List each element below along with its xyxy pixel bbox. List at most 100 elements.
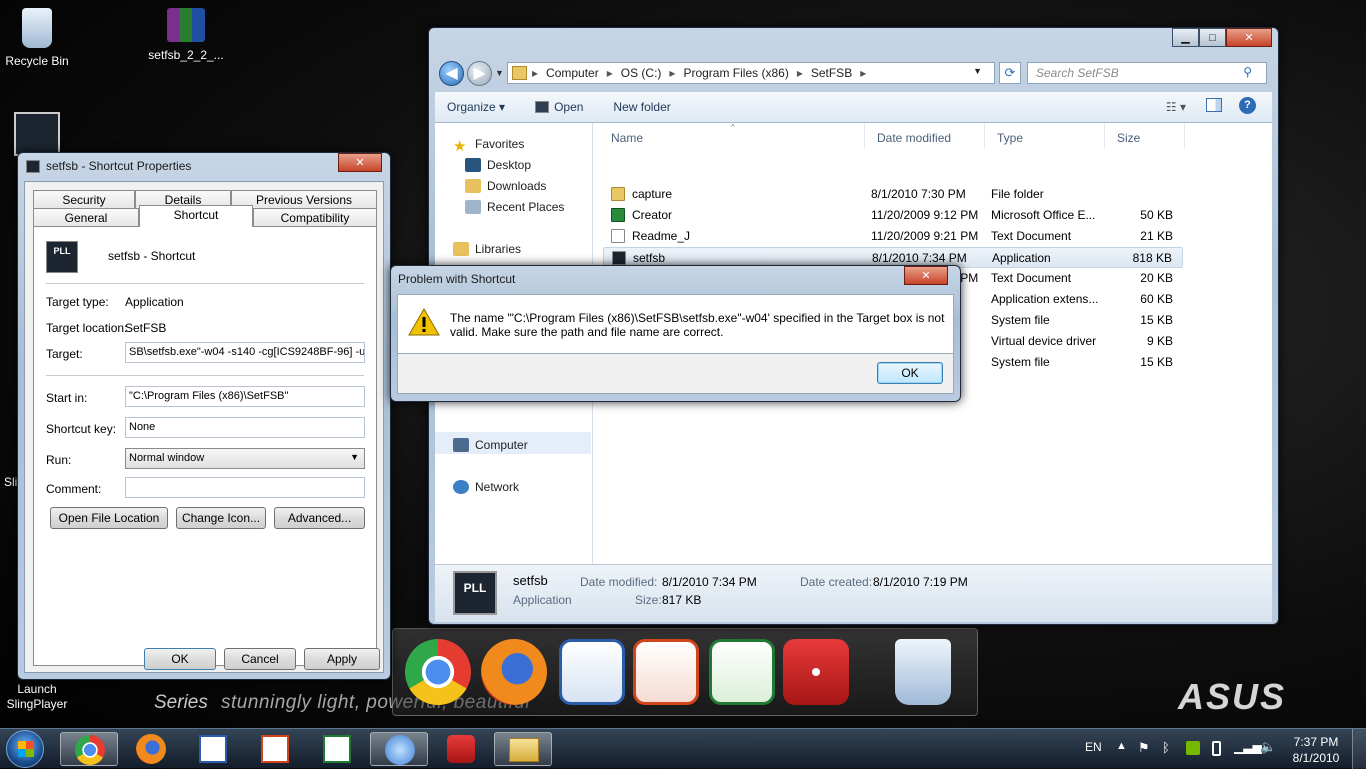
ok-button[interactable]: OK xyxy=(144,648,216,670)
forward-button[interactable]: ▶ xyxy=(467,61,492,86)
start-button[interactable] xyxy=(6,730,44,768)
start-in-label: Start in: xyxy=(46,391,88,405)
show-desktop-button[interactable] xyxy=(1352,729,1366,769)
close-button[interactable]: ✕ xyxy=(904,266,948,285)
recycle-bin-icon[interactable] xyxy=(895,639,951,705)
organize-button[interactable]: Organize ▾ xyxy=(447,100,505,114)
address-bar[interactable]: ▸ Computer ▸ OS (C:) ▸ Program Files (x86)… xyxy=(507,62,995,84)
breadcrumb-item[interactable]: Computer xyxy=(546,66,599,80)
table-row[interactable]: capture 8/1/2010 7:30 PM File folder xyxy=(603,184,1183,205)
help-icon[interactable]: ? xyxy=(1239,97,1256,114)
view-options-icon[interactable]: ☷ ▾ xyxy=(1166,100,1186,114)
battery-icon[interactable] xyxy=(1212,741,1221,756)
open-button[interactable]: Open xyxy=(535,100,583,114)
apply-button[interactable]: Apply xyxy=(304,648,380,670)
target-input[interactable]: SB\setfsb.exe"-w04 -s140 -cg[ICS9248BF-9… xyxy=(125,342,365,363)
desktop-icon-label: Recycle Bin xyxy=(5,54,69,68)
search-input[interactable]: Search SetFSB ⚲ xyxy=(1027,62,1267,84)
chrome-icon[interactable] xyxy=(405,639,471,705)
clock-time: 7:37 PM xyxy=(1293,735,1339,749)
volume-icon[interactable]: 🔈 xyxy=(1260,739,1276,755)
nav-computer[interactable]: Computer xyxy=(453,438,528,452)
breadcrumb-item[interactable]: OS (C:) xyxy=(621,66,662,80)
nav-recent-places[interactable]: Recent Places xyxy=(465,200,564,214)
word-icon[interactable] xyxy=(559,639,625,705)
taskbar-excel[interactable] xyxy=(308,732,366,766)
pll-app-icon xyxy=(26,160,40,173)
pll-desktop-icon[interactable] xyxy=(14,112,60,156)
show-hidden-icons-icon[interactable]: ▲ xyxy=(1116,740,1127,752)
taskbar-word[interactable] xyxy=(184,732,242,766)
cancel-button[interactable]: Cancel xyxy=(224,648,296,670)
tab-general[interactable]: General xyxy=(33,208,139,226)
new-folder-button[interactable]: New folder xyxy=(613,100,670,114)
open-file-location-button[interactable]: Open File Location xyxy=(50,507,168,529)
red-dice-icon[interactable] xyxy=(783,639,849,705)
desktop-recycle-bin[interactable]: Recycle Bin xyxy=(0,8,77,68)
taskbar: EN ▲ ⚑ ᛒ ▁▃▅ 🔈 7:37 PM 8/1/2010 xyxy=(0,728,1366,769)
window-title: setfsb - Shortcut Properties xyxy=(46,159,192,173)
close-button[interactable]: ✕ xyxy=(1226,28,1272,47)
asus-logo: ASUS xyxy=(1178,676,1287,717)
nav-libraries[interactable]: Libraries xyxy=(453,242,521,256)
start-in-input[interactable]: "C:\Program Files (x86)\SetFSB" xyxy=(125,386,365,407)
chevron-down-icon[interactable]: ▼ xyxy=(973,66,982,76)
details-size-label: Size: xyxy=(635,593,662,607)
details-modified: 8/1/2010 7:34 PM xyxy=(662,575,757,589)
dialog-message: The name '"C:\Program Files (x86)\SetFSB… xyxy=(450,311,945,339)
nvidia-icon[interactable] xyxy=(1186,741,1200,755)
table-row[interactable]: Readme_J 11/20/2009 9:21 PM Text Document… xyxy=(603,226,1183,247)
preview-pane-icon[interactable] xyxy=(1206,98,1222,112)
advanced-button[interactable]: Advanced... xyxy=(274,507,365,529)
comment-input[interactable] xyxy=(125,477,365,498)
refresh-icon[interactable]: ⟳ xyxy=(999,62,1021,84)
folder-icon xyxy=(611,187,625,201)
powerpoint-icon[interactable] xyxy=(633,639,699,705)
taskbar-itunes[interactable] xyxy=(370,732,428,766)
taskbar-chrome[interactable] xyxy=(60,732,118,766)
change-icon-button[interactable]: Change Icon... xyxy=(176,507,266,529)
tab-compatibility[interactable]: Compatibility xyxy=(253,208,377,226)
nav-favorites[interactable]: ★ Favorites xyxy=(453,137,524,155)
sort-ascending-icon: ^ xyxy=(731,123,735,132)
breadcrumb-item[interactable]: Program Files (x86) xyxy=(683,66,788,80)
back-button[interactable]: ◀ xyxy=(439,61,464,86)
nav-desktop[interactable]: Desktop xyxy=(465,158,531,172)
desktop-icon-label[interactable]: Launch SlingPlayer xyxy=(6,682,68,712)
text-file-icon xyxy=(611,229,625,243)
action-center-flag-icon[interactable]: ⚑ xyxy=(1138,740,1150,756)
breadcrumb-item[interactable]: SetFSB xyxy=(811,66,852,80)
maximize-button[interactable]: □ xyxy=(1199,28,1226,47)
system-clock[interactable]: 7:37 PM 8/1/2010 xyxy=(1288,734,1344,766)
taskbar-explorer[interactable] xyxy=(494,732,552,766)
language-indicator[interactable]: EN xyxy=(1085,740,1102,754)
history-dropdown-icon[interactable]: ▼ xyxy=(495,68,504,78)
shortcut-key-input[interactable]: None xyxy=(125,417,365,438)
table-row[interactable]: Creator 11/20/2009 9:12 PM Microsoft Offi… xyxy=(603,205,1183,226)
column-header-date[interactable]: Date modified xyxy=(865,123,985,149)
downloads-icon xyxy=(465,179,481,193)
tab-shortcut[interactable]: Shortcut xyxy=(139,205,253,227)
ok-button[interactable]: OK xyxy=(877,362,943,384)
close-button[interactable]: ✕ xyxy=(338,153,382,172)
nav-downloads[interactable]: Downloads xyxy=(465,179,546,193)
bluetooth-icon[interactable]: ᛒ xyxy=(1162,740,1170,755)
excel-icon[interactable] xyxy=(709,639,775,705)
word-icon xyxy=(199,735,227,763)
taskbar-powerpoint[interactable] xyxy=(246,732,304,766)
window-controls: ▁ □ ✕ xyxy=(1172,28,1272,47)
wallpaper-series-text: Series xyxy=(154,692,208,713)
nav-network[interactable]: Network xyxy=(453,480,519,494)
column-header-size[interactable]: Size xyxy=(1105,123,1185,149)
taskbar-firefox[interactable] xyxy=(122,732,180,766)
column-header-type[interactable]: Type xyxy=(985,123,1105,149)
signal-strength-icon[interactable]: ▁▃▅ xyxy=(1234,740,1262,754)
chevron-down-icon: ▼ xyxy=(350,452,359,462)
minimize-button[interactable]: ▁ xyxy=(1172,28,1199,47)
run-select[interactable]: Normal window ▼ xyxy=(125,448,365,469)
tab-security[interactable]: Security xyxy=(33,190,135,208)
desktop-archive[interactable]: setfsb_2_2_... xyxy=(146,8,226,62)
taskbar-red-dice[interactable] xyxy=(432,732,490,766)
pll-app-icon: PLL xyxy=(46,241,78,273)
firefox-icon[interactable] xyxy=(481,639,547,705)
